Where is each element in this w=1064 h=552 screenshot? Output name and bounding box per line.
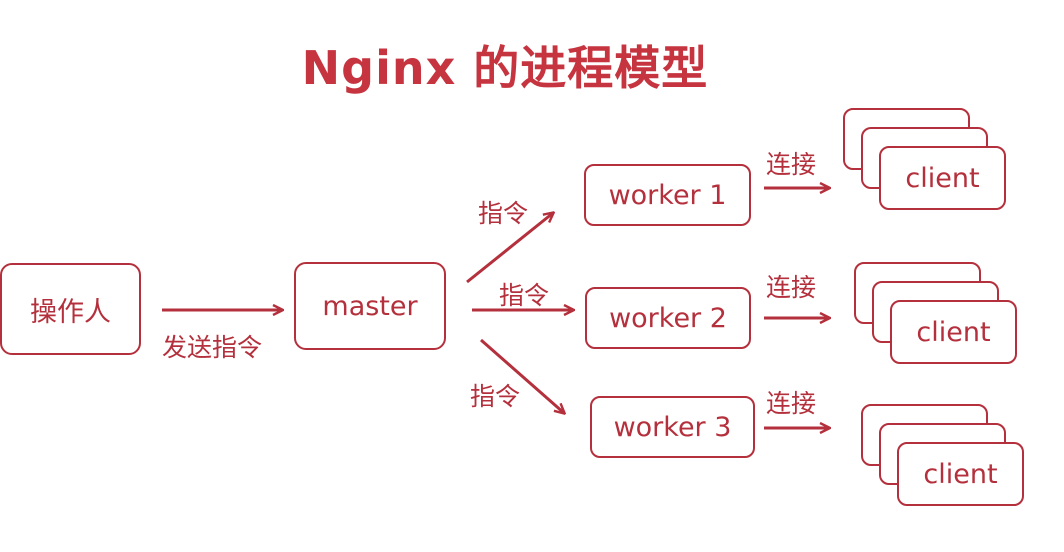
node-client-1: client	[879, 146, 1006, 210]
node-master: master	[294, 262, 446, 350]
node-worker-2: worker 2	[585, 287, 751, 349]
edge-label-worker-1-to-client: 连接	[766, 150, 817, 179]
edge-label-master-to-worker-3: 指令	[470, 382, 521, 411]
edge-label-master-to-worker-1: 指令	[478, 199, 529, 228]
node-worker-3: worker 3	[590, 396, 755, 458]
node-operator: 操作人	[0, 263, 141, 355]
node-worker-1: worker 1	[584, 164, 751, 226]
node-client-3: client	[897, 442, 1024, 506]
edge-label-worker-2-to-client: 连接	[766, 273, 817, 302]
edge-label-master-to-worker-2: 指令	[499, 281, 550, 310]
node-client-2: client	[890, 300, 1017, 364]
edge-label-operator-to-master: 发送指令	[162, 333, 263, 362]
edge-label-worker-3-to-client: 连接	[766, 389, 817, 418]
